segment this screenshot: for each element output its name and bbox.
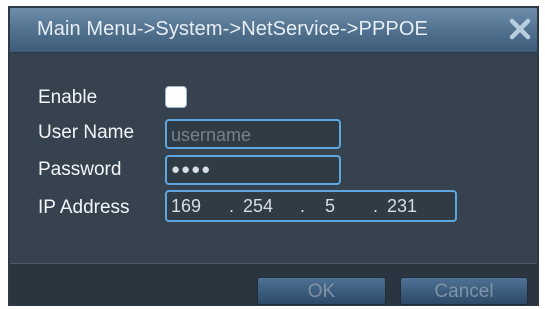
ip-octet-1[interactable]: 169 — [171, 196, 201, 217]
ip-octet-2[interactable]: 254 — [243, 196, 273, 217]
ip-separator: . — [300, 196, 306, 216]
title-bar[interactable]: Main Menu->System->NetService->PPPOE — [10, 8, 537, 53]
dialog-title: Main Menu->System->NetService->PPPOE — [37, 18, 428, 40]
user-name-input[interactable] — [167, 121, 339, 147]
ip-separator: . — [229, 196, 235, 216]
password-mask: ●●●● — [171, 161, 212, 178]
pppoe-dialog: Main Menu->System->NetService->PPPOE Ena… — [8, 6, 539, 306]
ip-separator: . — [373, 196, 379, 216]
form-panel: Enable User Name Password ●●●● IP Addres… — [10, 53, 537, 263]
ok-button[interactable]: OK — [257, 277, 386, 305]
password-field[interactable]: ●●●● — [165, 155, 341, 185]
enable-checkbox[interactable] — [165, 86, 187, 108]
password-label: Password — [38, 159, 122, 180]
enable-label: Enable — [38, 87, 98, 108]
button-bar: OK Cancel — [10, 263, 537, 305]
user-name-label: User Name — [38, 122, 135, 143]
ip-octet-3[interactable]: 5 — [325, 196, 335, 217]
ip-octet-4[interactable]: 231 — [387, 196, 417, 217]
user-name-field[interactable] — [165, 119, 341, 149]
ip-address-field[interactable]: 169 . 254 . 5 . 231 — [165, 190, 457, 222]
close-icon[interactable] — [507, 16, 533, 42]
ip-address-label: IP Address — [38, 197, 130, 218]
cancel-button[interactable]: Cancel — [400, 277, 528, 305]
